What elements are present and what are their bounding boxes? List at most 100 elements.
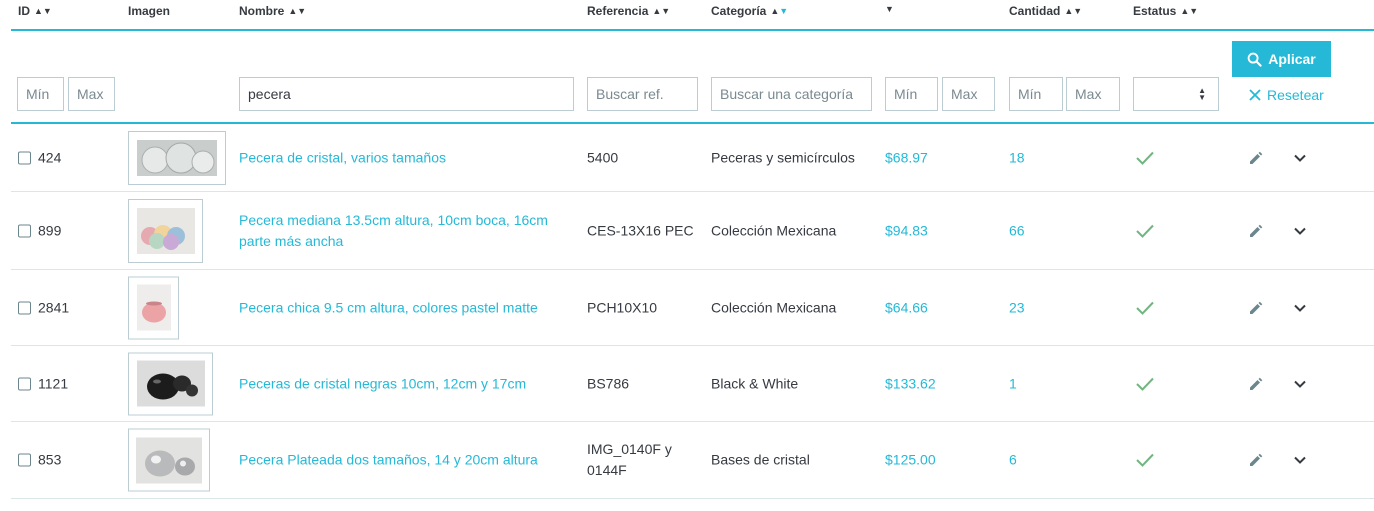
row-price[interactable]: $125.00 — [885, 450, 936, 471]
row-quantity[interactable]: 23 — [1009, 297, 1025, 318]
edit-icon[interactable] — [1248, 300, 1264, 316]
sort-icon[interactable]: ▲▼ — [34, 6, 52, 16]
product-image — [136, 207, 195, 254]
chevron-down-icon[interactable] — [1293, 226, 1307, 236]
table-row: 424 Pecera de cristal, varios tamaños 54… — [11, 124, 1374, 192]
sort-icon[interactable]: ▲▼ — [1064, 6, 1082, 16]
column-header-id[interactable]: ID ▲▼ — [18, 4, 52, 18]
check-icon[interactable] — [1135, 300, 1155, 316]
product-name-link[interactable]: Pecera de cristal, varios tamaños — [239, 147, 446, 168]
product-image — [137, 139, 217, 176]
status-filter-select[interactable]: ▲ ▼ — [1133, 77, 1219, 111]
row-quantity[interactable]: 66 — [1009, 220, 1025, 241]
row-reference: BS786 — [587, 375, 630, 391]
check-icon[interactable] — [1135, 223, 1155, 239]
column-header-reference-label: Referencia — [587, 4, 649, 18]
id-max-filter[interactable] — [68, 77, 115, 111]
edit-icon[interactable] — [1248, 376, 1264, 392]
column-header-quantity[interactable]: Cantidad ▲▼ — [1009, 4, 1082, 18]
product-image — [136, 284, 171, 331]
row-price[interactable]: $133.62 — [885, 373, 936, 394]
id-min-filter[interactable] — [17, 77, 64, 111]
sort-icon[interactable]: ▲▼ — [652, 6, 670, 16]
column-header-quantity-label: Cantidad — [1009, 4, 1061, 18]
row-category: Colección Mexicana — [711, 222, 837, 238]
row-price[interactable]: $68.97 — [885, 147, 928, 168]
row-id: 2841 — [38, 299, 70, 315]
row-reference: IMG_0140F y 0144F — [587, 441, 672, 478]
row-reference: 5400 — [587, 149, 619, 165]
sort-icon[interactable]: ▲▼ — [1180, 6, 1198, 16]
column-header-price[interactable]: ▼ — [885, 4, 894, 14]
column-header-status-label: Estatus — [1133, 4, 1177, 18]
row-checkbox[interactable] — [18, 301, 31, 314]
row-category: Bases de cristal — [711, 451, 810, 468]
price-max-filter[interactable] — [942, 77, 995, 111]
row-checkbox[interactable] — [18, 453, 31, 467]
check-icon[interactable] — [1135, 376, 1155, 392]
reference-filter[interactable] — [587, 77, 698, 111]
row-checkbox[interactable] — [18, 151, 31, 164]
column-header-category-label: Categoría — [711, 4, 767, 18]
price-min-filter[interactable] — [885, 77, 938, 111]
chevron-down-icon[interactable] — [1293, 455, 1307, 465]
product-thumbnail[interactable] — [128, 428, 210, 492]
product-thumbnail[interactable] — [128, 352, 213, 415]
row-id: 424 — [38, 149, 62, 165]
column-header-name[interactable]: Nombre ▲▼ — [239, 4, 306, 18]
product-name-link[interactable]: Pecera Plateada dos tamaños, 14 y 20cm a… — [239, 450, 538, 471]
row-reference: PCH10X10 — [587, 299, 658, 315]
column-header-image-label: Imagen — [128, 4, 171, 18]
table-row: 1121 Peceras de cristal negras 10cm, 12c… — [11, 346, 1374, 422]
column-header-image: Imagen — [128, 4, 170, 18]
sort-icon[interactable]: ▲▼ — [288, 6, 306, 16]
row-category: Colección Mexicana — [711, 299, 837, 315]
row-quantity[interactable]: 18 — [1009, 147, 1025, 168]
name-filter[interactable] — [239, 77, 574, 111]
column-header-category[interactable]: Categoría ▲▼ — [711, 4, 788, 18]
sort-icon[interactable]: ▲▼ — [770, 6, 788, 16]
row-checkbox[interactable] — [18, 224, 31, 237]
edit-icon[interactable] — [1248, 150, 1264, 166]
row-category: Peceras y semicírculos — [711, 149, 855, 165]
edit-icon[interactable] — [1248, 223, 1264, 239]
product-name-link[interactable]: Pecera mediana 13.5cm altura, 10cm boca,… — [239, 210, 569, 252]
row-price[interactable]: $94.83 — [885, 220, 928, 241]
header-divider — [11, 29, 1374, 31]
product-thumbnail[interactable] — [128, 276, 179, 339]
product-image — [136, 360, 205, 407]
row-reference: CES-13X16 PEC — [587, 222, 694, 238]
quantity-min-filter[interactable] — [1009, 77, 1063, 111]
column-header-id-label: ID — [18, 4, 30, 18]
product-image — [136, 437, 202, 483]
row-id: 899 — [38, 222, 62, 238]
row-category: Black & White — [711, 375, 799, 391]
check-icon[interactable] — [1135, 452, 1155, 468]
product-name-link[interactable]: Pecera chica 9.5 cm altura, colores past… — [239, 297, 538, 318]
sort-icon[interactable]: ▼ — [885, 4, 894, 14]
search-icon — [1247, 52, 1262, 67]
reset-button[interactable]: Resetear — [1249, 84, 1324, 106]
row-quantity[interactable]: 1 — [1009, 373, 1017, 394]
quantity-max-filter[interactable] — [1066, 77, 1120, 111]
column-header-reference[interactable]: Referencia ▲▼ — [587, 4, 670, 18]
apply-button[interactable]: Aplicar — [1232, 41, 1331, 77]
category-filter[interactable] — [711, 77, 872, 111]
close-icon — [1249, 89, 1261, 101]
row-quantity[interactable]: 6 — [1009, 450, 1017, 471]
reset-label: Resetear — [1267, 87, 1324, 103]
row-id: 853 — [38, 451, 62, 468]
column-header-status[interactable]: Estatus ▲▼ — [1133, 4, 1198, 18]
row-checkbox[interactable] — [18, 377, 31, 390]
chevron-down-icon[interactable] — [1293, 379, 1307, 389]
chevron-down-icon[interactable] — [1293, 153, 1307, 163]
product-thumbnail[interactable] — [128, 130, 226, 185]
row-id: 1121 — [38, 375, 69, 391]
table-row: 853 Pecera Plateada dos tamaños, 14 y 20… — [11, 422, 1374, 499]
chevron-down-icon[interactable] — [1293, 303, 1307, 313]
product-thumbnail[interactable] — [128, 198, 203, 263]
check-icon[interactable] — [1135, 150, 1155, 166]
row-price[interactable]: $64.66 — [885, 297, 928, 318]
edit-icon[interactable] — [1248, 452, 1264, 468]
product-name-link[interactable]: Peceras de cristal negras 10cm, 12cm y 1… — [239, 373, 526, 394]
